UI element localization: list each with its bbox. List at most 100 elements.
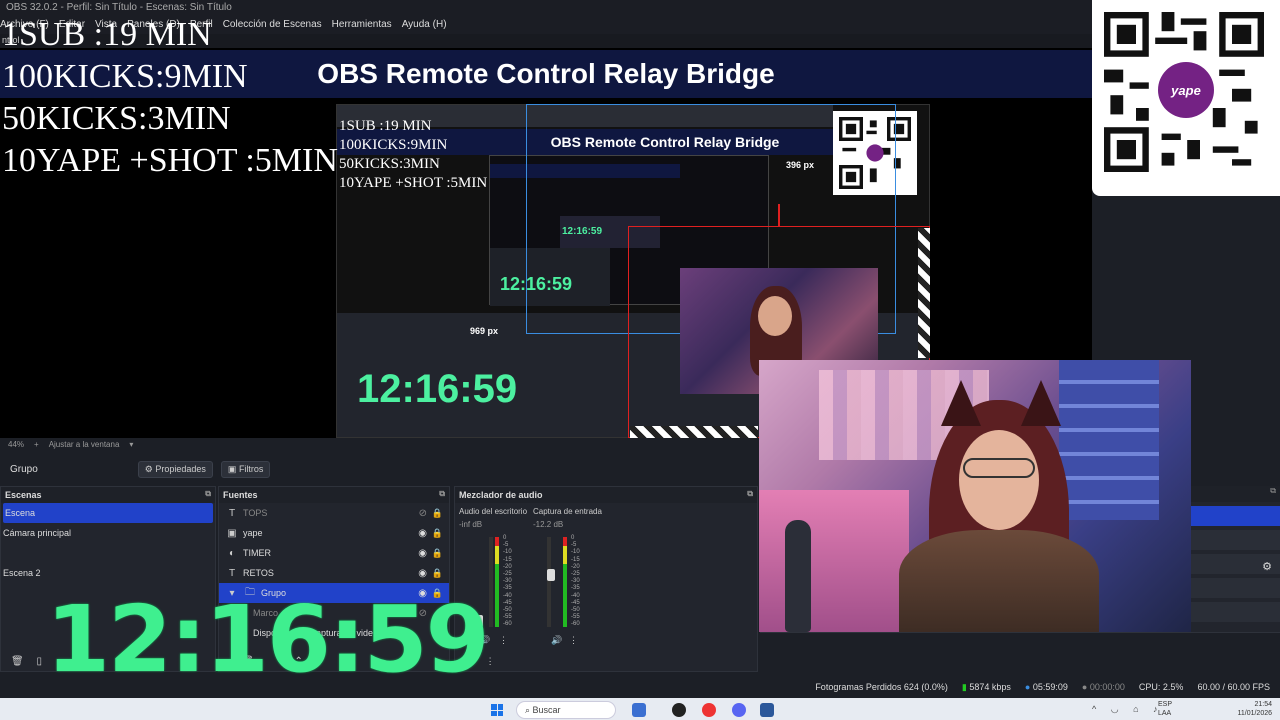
mirror-timer: 12:16:59	[357, 367, 518, 411]
clock[interactable]: 21:54 11/01/2026	[1237, 700, 1272, 718]
sources-title: Fuentes	[223, 490, 258, 500]
gear-icon[interactable]: ⚙	[1262, 560, 1272, 573]
goal-line: 10YAPE +SHOT :5MIN	[2, 142, 338, 179]
undock-icon[interactable]: ⧉	[205, 489, 211, 499]
chevron-down-icon[interactable]: ▾	[129, 440, 133, 450]
control-button[interactable]	[1191, 506, 1280, 526]
properties-button[interactable]: ⚙ Propiedades	[137, 460, 213, 478]
mirror-goal-line: 100KICKS:9MIN	[339, 137, 448, 153]
zoom-percent[interactable]: 44%	[8, 440, 24, 450]
scene-item[interactable]	[1, 543, 215, 563]
scale-tick: -20	[503, 563, 512, 570]
scale-tick: -10	[503, 549, 512, 556]
scale-tick: -35	[571, 585, 580, 592]
more-options-icon[interactable]: ⋮	[499, 635, 508, 646]
scale-tick: 0	[503, 535, 507, 541]
mirror-webcam-face	[758, 296, 792, 336]
source-label: RETOS	[243, 568, 274, 578]
zoom-fit-button[interactable]: Ajustar a la ventana	[49, 440, 120, 450]
zoom-add-button[interactable]: +	[34, 440, 39, 450]
undock-icon[interactable]: ⧉	[439, 489, 445, 499]
scene-item[interactable]: Escena	[3, 503, 213, 523]
stream-time-value: 05:59:09	[1032, 682, 1068, 692]
eye-hidden-icon[interactable]: ⊘	[419, 508, 427, 519]
scene-item[interactable]: Escena 2	[1, 563, 215, 583]
system-tray-icons[interactable]: ^ ◡ ⌂ ♪	[1092, 704, 1164, 715]
opera-icon[interactable]	[702, 703, 716, 717]
control-button[interactable]	[1191, 578, 1280, 598]
scale-tick: -10	[571, 549, 580, 556]
filters-label: Filtros	[238, 463, 264, 474]
control-button[interactable]	[1191, 602, 1280, 622]
scale-tick: -50	[503, 607, 512, 614]
mixer-channel: Captura de entrada -12.2 dB 0 -5 -10 -15 -…	[533, 507, 605, 652]
menu-ayuda[interactable]: Ayuda (H)	[402, 19, 447, 34]
language-indicator[interactable]: ESP LAA	[1158, 700, 1172, 718]
undock-icon[interactable]: ⧉	[1270, 486, 1276, 496]
lock-icon[interactable]: 🔒	[432, 508, 443, 519]
yape-logo-text: yape	[1171, 82, 1201, 98]
source-item[interactable]: ◐ TIMER ◉ 🔒	[219, 543, 449, 563]
rec-time: ● 00:00:00	[1082, 682, 1125, 692]
webcam-body	[899, 530, 1099, 632]
scale-tick: -60	[503, 621, 512, 628]
filters-button[interactable]: ▣ Filtros	[220, 460, 271, 478]
goal-line: 1SUB :19 MIN	[2, 16, 212, 53]
properties-label: Propiedades	[155, 463, 206, 474]
eye-icon[interactable]: ◉	[418, 548, 427, 559]
word-icon[interactable]	[760, 703, 774, 717]
scale-tick: -55	[503, 614, 512, 621]
stream-icon: ●	[1024, 682, 1031, 692]
lock-icon[interactable]: 🔒	[432, 568, 443, 579]
mixer-title: Mezclador de audio	[459, 490, 543, 500]
channel-level: -inf dB	[459, 520, 483, 529]
search-placeholder: Buscar	[532, 705, 561, 715]
scale-tick: -45	[571, 599, 580, 606]
timer-overlay: 12:16:59	[46, 586, 490, 693]
source-item[interactable]: T TOPS ⊘ 🔒	[219, 503, 449, 523]
source-label: TOPS	[243, 508, 268, 518]
rec-icon: ●	[1081, 682, 1088, 692]
scenes-header: Escenas ⧉	[1, 487, 215, 503]
filter-icon[interactable]: ▯	[36, 656, 42, 667]
language-code: ESP	[1158, 701, 1173, 708]
transitions-panel	[760, 632, 1280, 672]
scene-item[interactable]: Cámara principal	[1, 523, 215, 543]
eye-icon[interactable]: ◉	[418, 568, 427, 579]
menu-herramientas[interactable]: Herramientas	[332, 19, 392, 34]
control-button[interactable]	[1191, 530, 1280, 550]
speaker-icon[interactable]: 🔊	[551, 635, 562, 646]
keyboard-layout: LAA	[1158, 710, 1172, 717]
rec-time-value: 00:00:00	[1089, 682, 1125, 692]
more-options-icon[interactable]: ⋮	[569, 635, 578, 646]
lock-icon[interactable]: 🔒	[432, 548, 443, 559]
source-item[interactable]: ▣ yape ◉ 🔒	[219, 523, 449, 543]
meter-background	[547, 537, 551, 627]
text-icon: T	[228, 567, 236, 579]
distance-label-top: 396 px	[786, 160, 815, 170]
fps: 60.00 / 60.00 FPS	[1197, 682, 1270, 692]
eye-icon[interactable]: ◉	[418, 528, 427, 539]
source-item[interactable]: T RETOS ◉ 🔒	[219, 563, 449, 583]
zoom-bar: 44% + Ajustar a la ventana ▾	[0, 438, 760, 452]
windows-start-icon[interactable]	[491, 704, 503, 716]
scale-tick: 0	[571, 535, 575, 541]
level-meter	[563, 537, 567, 627]
channel-level: -12.2 dB	[533, 520, 564, 529]
trash-icon[interactable]: 🗑	[11, 656, 24, 667]
taskbar-search[interactable]: ⌕ Buscar	[516, 701, 616, 719]
undock-icon[interactable]: ⧉	[747, 489, 753, 499]
lock-icon[interactable]: 🔒	[432, 528, 443, 539]
bitrate-value: 5874 kbps	[969, 681, 1011, 692]
obs-icon[interactable]	[672, 703, 686, 717]
hazard-stripe-right	[918, 228, 930, 358]
discord-icon[interactable]	[732, 703, 746, 717]
taskbar-app-icon[interactable]	[632, 703, 646, 717]
meter-background	[489, 537, 493, 627]
scale-tick: -5	[503, 542, 509, 549]
clock-time: 21:54	[1254, 701, 1272, 708]
scale-tick: -5	[571, 542, 577, 549]
scenes-title: Escenas	[5, 490, 42, 500]
volume-slider-handle[interactable]	[547, 569, 555, 581]
audio-mixer-dock: Mezclador de audio ⧉ Audio del escritori…	[454, 486, 758, 672]
